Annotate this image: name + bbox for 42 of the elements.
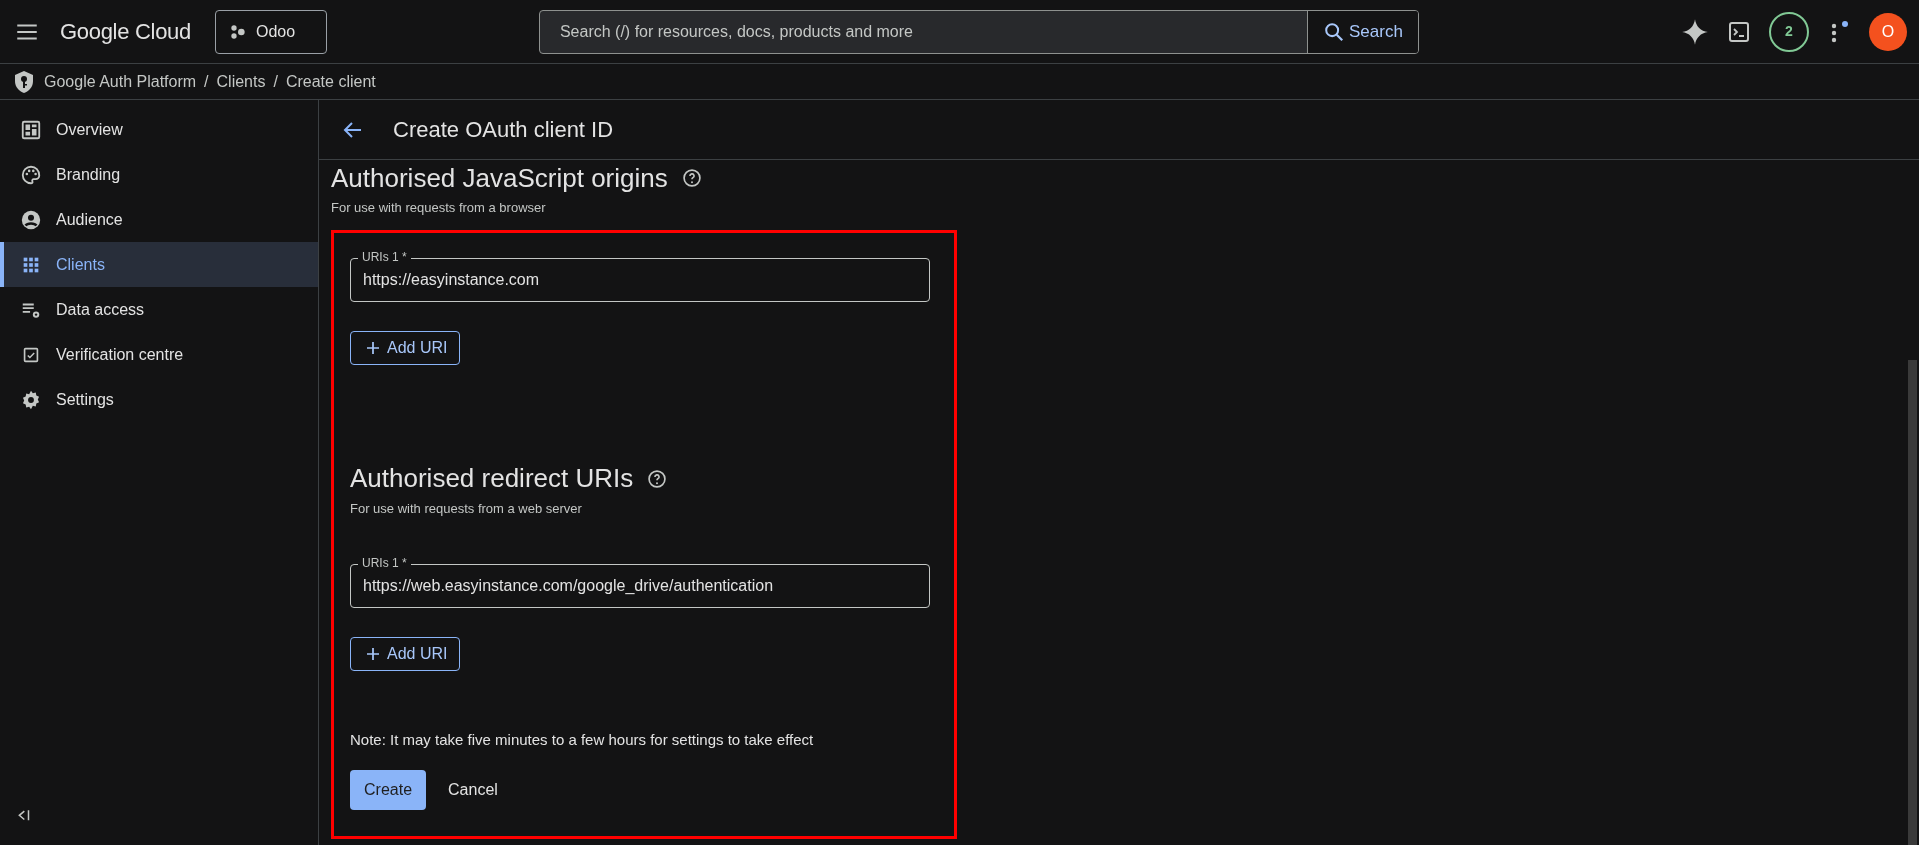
create-button[interactable]: Create xyxy=(350,769,427,810)
help-icon[interactable] xyxy=(647,468,668,489)
help-icon[interactable] xyxy=(681,168,702,188)
breadcrumb-link[interactable]: Clients xyxy=(216,69,266,94)
section-subtitle: For use with requests from a browser xyxy=(331,199,547,217)
hexagons-icon xyxy=(229,23,246,40)
sidebar-item[interactable]: Verification centre xyxy=(0,332,318,377)
breadcrumb-separator: / xyxy=(273,71,278,92)
section-heading: Authorised JavaScript origins xyxy=(331,161,668,195)
notification-badge[interactable]: 2 xyxy=(1769,11,1809,52)
cancel-button[interactable]: Cancel xyxy=(436,769,510,810)
section-subtitle: For use with requests from a web server xyxy=(350,499,583,518)
sidebar-item[interactable]: Data access xyxy=(0,287,318,332)
overview-icon xyxy=(20,118,42,141)
page-title: Create OAuth client ID xyxy=(393,116,614,144)
palette-icon xyxy=(20,163,42,186)
field-label: URIs 1 * xyxy=(358,249,411,264)
product-logo[interactable]: Google Cloud xyxy=(60,15,191,48)
shield-key-icon xyxy=(12,68,36,95)
section-heading: Authorised redirect URIs xyxy=(350,462,634,495)
person-icon xyxy=(20,208,42,231)
breadcrumb-link[interactable]: Google Auth Platform xyxy=(44,69,197,94)
sidebar-item[interactable]: Overview xyxy=(0,107,318,152)
breadcrumb-link[interactable]: Create client xyxy=(285,69,376,94)
terminal-icon[interactable] xyxy=(1727,19,1751,44)
sidebar-item[interactable]: Clients xyxy=(0,242,318,287)
search-button[interactable]: Search xyxy=(1306,10,1418,53)
add-uri-button[interactable]: Add URI xyxy=(350,330,461,365)
plus-icon xyxy=(365,646,381,662)
plus-icon xyxy=(365,339,381,356)
sidebar-item[interactable]: Settings xyxy=(0,377,318,422)
project-picker[interactable]: Odoo xyxy=(214,9,327,54)
sidebar-item[interactable]: Branding xyxy=(0,152,318,197)
settings-icon xyxy=(20,388,42,411)
breadcrumb-separator: / xyxy=(204,71,209,92)
note-text: Note: It may take five minutes to a few hours for settings to take effect xyxy=(350,730,815,750)
field-label: URIs 1 * xyxy=(358,556,411,570)
add-uri-button[interactable]: Add URI xyxy=(350,637,461,671)
sidebar-item[interactable]: Audience xyxy=(0,197,318,242)
scrollbar-thumb[interactable] xyxy=(1908,360,1917,845)
search-icon xyxy=(1323,20,1345,43)
search-field[interactable]: Search (/) for resources, docs, products and more Search xyxy=(538,9,1419,54)
